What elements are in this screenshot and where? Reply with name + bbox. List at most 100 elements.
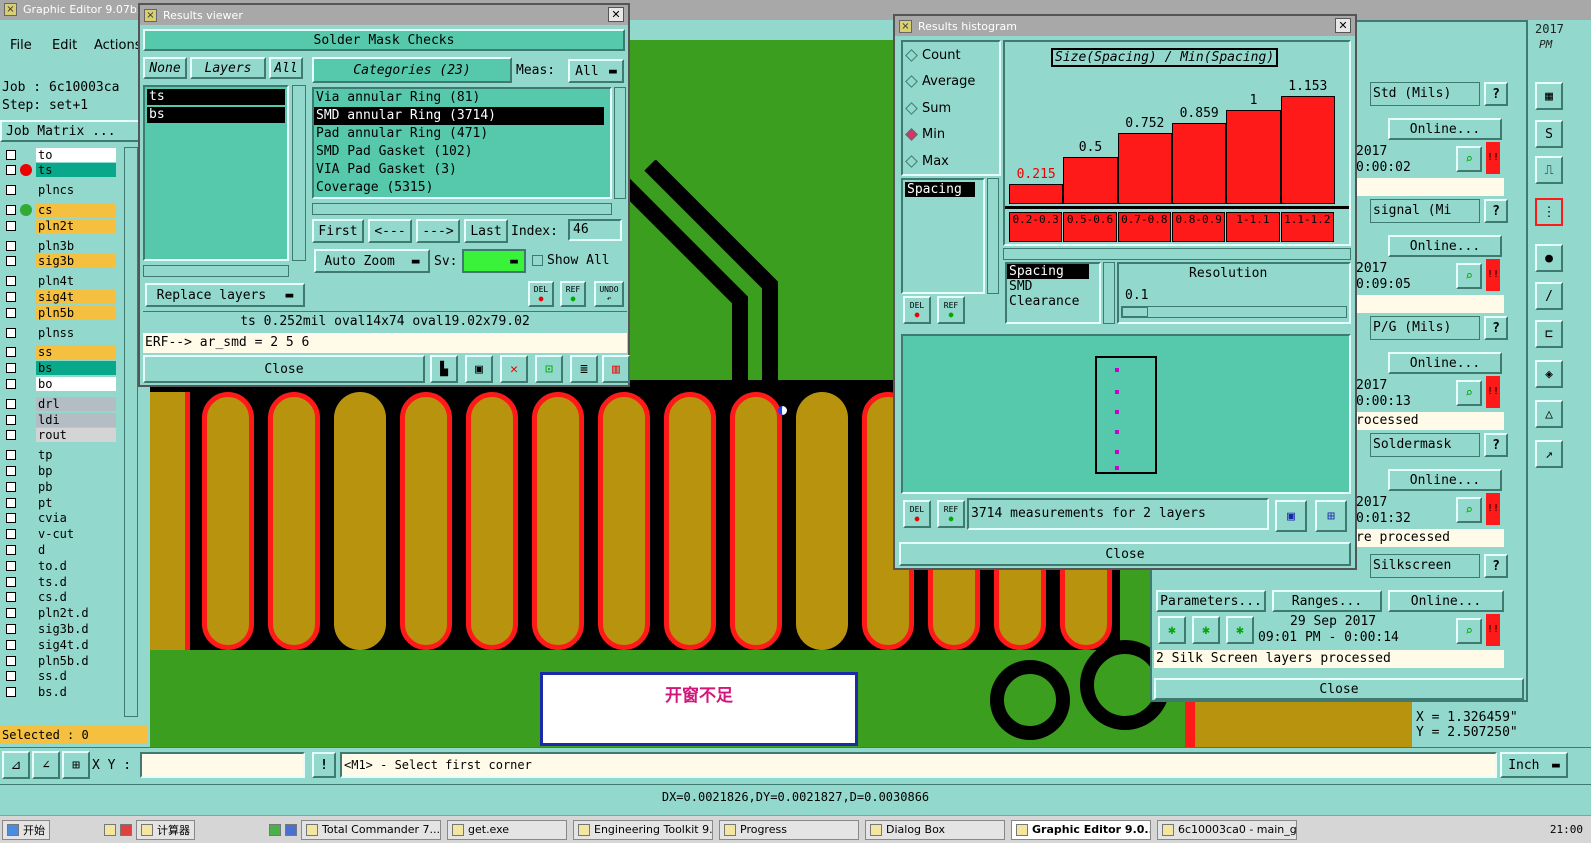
histogram-close-button[interactable]: Close [899,542,1351,566]
cancel-icon[interactable]: ✕ [500,355,528,383]
stat-radio-max[interactable]: Max [903,148,999,175]
layer-checkbox[interactable] [6,204,16,215]
index-input[interactable]: 46 [568,219,622,241]
menu-actions[interactable]: Actions [94,38,142,53]
histogram-bar[interactable] [1172,123,1227,204]
layer-select-list[interactable]: ts bs [143,85,289,261]
layer-row[interactable]: pln2t [0,218,122,233]
notes-icon[interactable]: ≣ [570,355,598,383]
category-item[interactable]: VIA Pad Gasket (3) [314,161,610,179]
histogram-icon[interactable]: ▥ [602,355,630,383]
alert-icon[interactable]: !! [1486,493,1500,525]
layer-row[interactable]: d [0,542,122,557]
layer-row[interactable]: pln3b [0,238,122,253]
layer-row[interactable]: ldi [0,412,122,427]
results-viewer-close-button[interactable]: Close [143,355,425,383]
alert-icon[interactable]: !! [1486,376,1500,408]
ref-button[interactable]: REF ● [560,281,586,307]
category-item[interactable]: SMD annular Ring (3714) [314,107,604,125]
start-button[interactable]: 开始 [2,819,50,840]
all-button[interactable]: All [269,57,303,79]
histogram-bar[interactable] [1063,157,1118,204]
layer-checkbox[interactable] [6,378,16,389]
online-button[interactable]: Online... [1388,469,1502,491]
alert-icon[interactable]: !! [1486,614,1500,646]
spacing-list-item[interactable]: SMD [1007,279,1099,294]
layer-checkbox[interactable] [6,165,16,176]
spacing-list-item[interactable]: Spacing [1007,264,1089,279]
spacing-list[interactable]: Spacing SMD Clearance [1005,262,1101,324]
histogram-bar[interactable] [1117,133,1172,204]
show-all-checkbox[interactable] [532,255,543,266]
task-button[interactable]: Graphic Editor 9.0... [1011,819,1151,840]
categories-button[interactable]: Categories (23) [312,57,512,83]
layer-row[interactable]: cs [0,202,122,217]
layer-checkbox[interactable] [6,560,16,571]
undo-button[interactable]: UNDO ↶ [594,281,624,307]
zoom-fit-icon[interactable]: ▣ [1275,500,1307,532]
last-button[interactable]: Last [464,219,508,243]
xy-input[interactable] [140,752,305,778]
stat-radio-min[interactable]: Min [903,122,999,149]
layer-checkbox[interactable] [6,592,16,603]
layer-checkbox[interactable] [6,430,16,441]
layer-row[interactable]: pln4t [0,274,122,289]
layer-checkbox[interactable] [6,623,16,634]
layer-checkbox[interactable] [6,414,16,425]
task-button[interactable]: Dialog Box [865,819,1005,840]
zoom-icon[interactable]: ⌕ [1456,618,1482,644]
checks-close-button[interactable]: Close [1154,678,1524,700]
del-button[interactable]: DEL ● [528,281,554,307]
layer-row[interactable]: ts.d [0,574,122,589]
task-button[interactable]: get.exe [447,819,567,840]
run-icon[interactable]: ✱ [1226,616,1254,644]
layer-row[interactable]: sig4t [0,289,122,304]
zoom-icon[interactable]: ⌕ [1456,380,1482,406]
auto-zoom-dropdown[interactable]: Auto Zoom ▬ [314,249,430,273]
help-icon[interactable]: ? [1484,199,1508,223]
layer-row[interactable]: cvia [0,511,122,526]
layer-row[interactable]: pln2t.d [0,606,122,621]
histogram-bar[interactable] [1009,183,1064,204]
hist-del-button[interactable]: DEL ● [903,296,931,324]
tool-pad-icon[interactable]: ● [1535,244,1563,272]
layer-row[interactable]: drl [0,396,122,411]
layer-checkbox[interactable] [6,256,16,267]
stat-radio-count[interactable]: Count [903,42,999,69]
layer-row[interactable]: bs.d [0,685,122,700]
online-button[interactable]: Online... [1388,118,1502,140]
layer-row[interactable]: cs.d [0,590,122,605]
layer-checkbox[interactable] [6,363,16,374]
layer-row[interactable]: bs [0,361,122,376]
next-button[interactable]: ---> [416,219,460,243]
tool-snap-icon[interactable]: S [1535,120,1563,148]
exclaim-icon[interactable]: ! [312,752,336,778]
layer-select-hscroll[interactable] [143,265,289,277]
run-icon[interactable]: ✱ [1192,616,1220,644]
tool-select-icon[interactable]: ▦ [1535,82,1563,110]
replace-layers-dropdown[interactable]: Replace layers ▬ [145,283,305,307]
stat-radio-average[interactable]: Average [903,69,999,96]
layer-row[interactable]: ss.d [0,669,122,684]
layer-row[interactable]: tp [0,448,122,463]
meas-list-item[interactable]: Spacing [905,182,975,197]
tool-edit-icon[interactable]: ↗ [1535,440,1563,468]
help-icon[interactable]: ? [1484,316,1508,340]
first-button[interactable]: First [312,219,364,243]
none-button[interactable]: None [143,57,187,79]
category-item[interactable]: Pad annular Ring (471) [314,125,610,143]
quicklaunch-icon[interactable] [104,823,116,836]
layer-checkbox[interactable] [6,497,16,508]
zoom-region-icon[interactable]: ⊞ [1315,500,1347,532]
task-button[interactable]: 6c10003ca0 - main_ga [1157,819,1297,840]
layer-checkbox[interactable] [6,576,16,587]
meas-dropdown[interactable]: All ▬ [568,59,624,83]
category-scrollbar[interactable] [614,87,626,199]
preview-ref-button[interactable]: REF ● [937,500,965,528]
layer-row[interactable]: pln5b.d [0,653,122,668]
task-button[interactable]: Progress [719,819,859,840]
layer-row[interactable]: plncs [0,183,122,198]
alert-icon[interactable]: !! [1486,142,1500,174]
help-icon[interactable]: ? [1484,433,1508,457]
layer-checkbox[interactable] [6,544,16,555]
